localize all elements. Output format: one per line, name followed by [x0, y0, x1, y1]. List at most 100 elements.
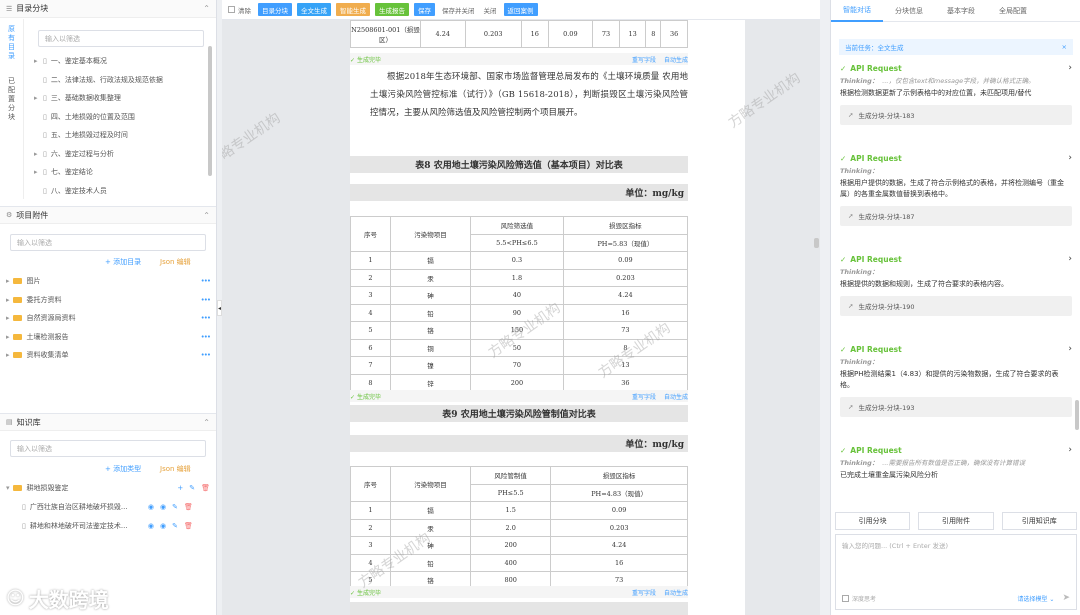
chevron-right-icon[interactable]: › — [1068, 254, 1072, 264]
attach-folder[interactable]: ▸ 土壤检测报告 ••• — [6, 328, 211, 347]
more-icon[interactable]: ••• — [201, 351, 211, 359]
back-case-button[interactable]: 返回案例 — [503, 3, 538, 16]
generated-block-chip[interactable]: ➚ 生成分块-分块-190 — [840, 296, 1072, 316]
paragraph-text[interactable]: 根据2018年生态环境部、国家市场监督管理总局发布的《土壤环境质量 农用地土壤污… — [350, 68, 745, 122]
delete-icon[interactable]: 🗑 — [184, 522, 193, 530]
view-icon[interactable]: ◉ — [148, 522, 154, 530]
chevron-right-icon[interactable]: › — [1068, 344, 1072, 354]
collapse-icon[interactable]: ⌃ — [203, 211, 210, 220]
edit-icon[interactable]: ✎ — [172, 522, 178, 530]
auto-generate-link[interactable]: 自动生成 — [664, 57, 688, 64]
ref-kb-button[interactable]: 引用知识库 — [1001, 512, 1077, 530]
chat-scrollbar[interactable] — [1075, 400, 1079, 430]
ref-block-button[interactable]: 引用分块 — [835, 512, 911, 530]
catalog-split-button[interactable]: 目录分块 — [258, 3, 292, 16]
api-request-header[interactable]: ✓ API Request › — [840, 152, 1072, 164]
api-request-header[interactable]: ✓ API Request › — [840, 62, 1072, 74]
retry-field-link[interactable]: 重写字段 — [632, 57, 656, 64]
chevron-right-icon[interactable]: › — [1068, 153, 1072, 163]
preview-icon[interactable]: ◉ — [160, 522, 166, 530]
attach-search-input[interactable]: 输入以筛选 — [10, 234, 206, 251]
tab-block-info[interactable]: 分块信息 — [883, 0, 935, 22]
delete-icon[interactable]: 🗑 — [201, 484, 210, 492]
catalog-scrollbar[interactable] — [208, 46, 212, 176]
collapse-icon[interactable]: ⌃ — [203, 4, 210, 13]
chat-input[interactable]: 输入您的问题... (Ctrl + Enter 发送) 深度思考 请选择模型 ⌄… — [835, 534, 1077, 610]
attach-folder[interactable]: ▸ 委托方资料 ••• — [6, 291, 211, 310]
close-icon[interactable]: × — [1062, 43, 1067, 51]
add-icon[interactable]: + — [177, 484, 183, 492]
auto-generate-link[interactable]: 自动生成 — [664, 394, 688, 401]
doc-scrollbar[interactable] — [814, 238, 819, 248]
ref-attachment-button[interactable]: 引用附件 — [918, 512, 994, 530]
tab-basic-fields[interactable]: 基本字段 — [935, 0, 987, 22]
save-close-button[interactable]: 保存并关闭 — [440, 3, 477, 16]
catalog-item[interactable]: ▯ 四、土地损毁的位置及范围 — [34, 108, 210, 127]
model-select[interactable]: 请选择模型 ⌄ — [1018, 594, 1055, 603]
attach-folder[interactable]: ▸ 图片 ••• — [6, 272, 211, 291]
more-icon[interactable]: ••• — [201, 296, 211, 304]
catalog-item[interactable]: ▸ ▯ 一、鉴定基本概况 — [34, 52, 210, 71]
attach-folder[interactable]: ▸ 资料收集清单 ••• — [6, 346, 211, 365]
table-cell: 铅 — [390, 303, 471, 322]
more-icon[interactable]: ••• — [201, 314, 211, 322]
close-button[interactable]: 关闭 — [482, 3, 499, 16]
expand-icon[interactable]: ▸ — [34, 57, 43, 65]
expand-icon[interactable]: ▸ — [34, 150, 43, 158]
tab-smart-chat[interactable]: 智能对话 — [831, 0, 883, 22]
generated-block-chip[interactable]: ➚ 生成分块-分块-183 — [840, 105, 1072, 125]
expand-icon[interactable]: ▸ — [6, 296, 10, 304]
more-icon[interactable]: ••• — [201, 277, 211, 285]
api-request-header[interactable]: ✓ API Request › — [840, 253, 1072, 265]
catalog-item[interactable]: ▸ ▯ 七、鉴定结论 — [34, 163, 210, 182]
status-bar: ✓ 生成完毕 重写字段 自动生成 — [350, 390, 688, 402]
kb-folder[interactable]: ▾ 耕地损毁鉴定 + ✎ 🗑 — [6, 479, 210, 498]
generated-block-chip[interactable]: ➚ 生成分块-分块-187 — [840, 206, 1072, 226]
catalog-item[interactable]: ▸ ▯ 三、基础数据收集整理 — [34, 89, 210, 108]
attach-folder[interactable]: ▸ 自然资源局资料 ••• — [6, 309, 211, 328]
tab-configured-blocks[interactable]: 已配置分块 — [8, 77, 17, 122]
chevron-right-icon[interactable]: › — [1068, 445, 1072, 455]
json-edit-button[interactable]: Json 编辑 — [160, 464, 191, 474]
chevron-right-icon[interactable]: › — [1068, 63, 1072, 73]
view-icon[interactable]: ◉ — [148, 503, 154, 511]
collapse-icon[interactable]: ⌃ — [203, 418, 210, 427]
save-button[interactable]: 保存 — [414, 3, 435, 16]
send-icon[interactable]: ➤ — [1062, 593, 1070, 603]
catalog-item[interactable]: ▯ 八、鉴定技术人员 — [34, 182, 210, 201]
generate-report-button[interactable]: 生成报告 — [375, 3, 409, 16]
tab-global-config[interactable]: 全局配置 — [987, 0, 1039, 22]
retry-field-link[interactable]: 重写字段 — [632, 394, 656, 401]
clear-checkbox[interactable]: 清除 — [226, 3, 253, 16]
json-edit-button[interactable]: Json 编辑 — [160, 257, 191, 267]
more-icon[interactable]: ••• — [201, 333, 211, 341]
catalog-item[interactable]: ▯ 二、法律法规、行政法规及规范依据 — [34, 71, 210, 90]
edit-icon[interactable]: ✎ — [189, 484, 195, 492]
full-generate-button[interactable]: 全文生成 — [297, 3, 331, 16]
catalog-item[interactable]: ▸ ▯ 六、鉴定过程与分析 — [34, 145, 210, 164]
add-type-button[interactable]: + 添加类型 — [105, 464, 141, 474]
kb-search-input[interactable]: 输入以筛选 — [10, 440, 206, 457]
kb-file[interactable]: ▯ 广西壮族自治区耕地破坏损毁... ◉ ◉ ✎ 🗑 — [22, 498, 210, 517]
catalog-search-input[interactable]: 输入以筛选 — [38, 30, 204, 47]
retry-field-link[interactable]: 重写字段 — [632, 590, 656, 597]
tab-original-catalog[interactable]: 原有目录 — [8, 25, 17, 61]
kb-file[interactable]: ▯ 耕地和林地破坏司法鉴定技术... ◉ ◉ ✎ 🗑 — [22, 517, 210, 536]
expand-icon[interactable]: ▸ — [6, 351, 10, 359]
api-request-header[interactable]: ✓ API Request › — [840, 343, 1072, 355]
expand-icon[interactable]: ▸ — [6, 314, 10, 322]
expand-icon[interactable]: ▸ — [6, 333, 10, 341]
deep-think-checkbox[interactable] — [842, 594, 849, 602]
generated-block-chip[interactable]: ➚ 生成分块-分块-193 — [840, 397, 1072, 417]
expand-icon[interactable]: ▸ — [34, 94, 43, 102]
api-request-header[interactable]: ✓ API Request › — [840, 444, 1072, 456]
delete-icon[interactable]: 🗑 — [184, 503, 193, 511]
smart-generate-button[interactable]: 智能生成 — [336, 3, 370, 16]
preview-icon[interactable]: ◉ — [160, 503, 166, 511]
auto-generate-link[interactable]: 自动生成 — [664, 590, 688, 597]
expand-icon[interactable]: ▸ — [34, 168, 43, 176]
add-catalog-button[interactable]: + 添加目录 — [105, 257, 141, 267]
expand-icon[interactable]: ▸ — [6, 277, 10, 285]
edit-icon[interactable]: ✎ — [172, 503, 178, 511]
catalog-item[interactable]: ▯ 五、土地损毁过程及时间 — [34, 126, 210, 145]
